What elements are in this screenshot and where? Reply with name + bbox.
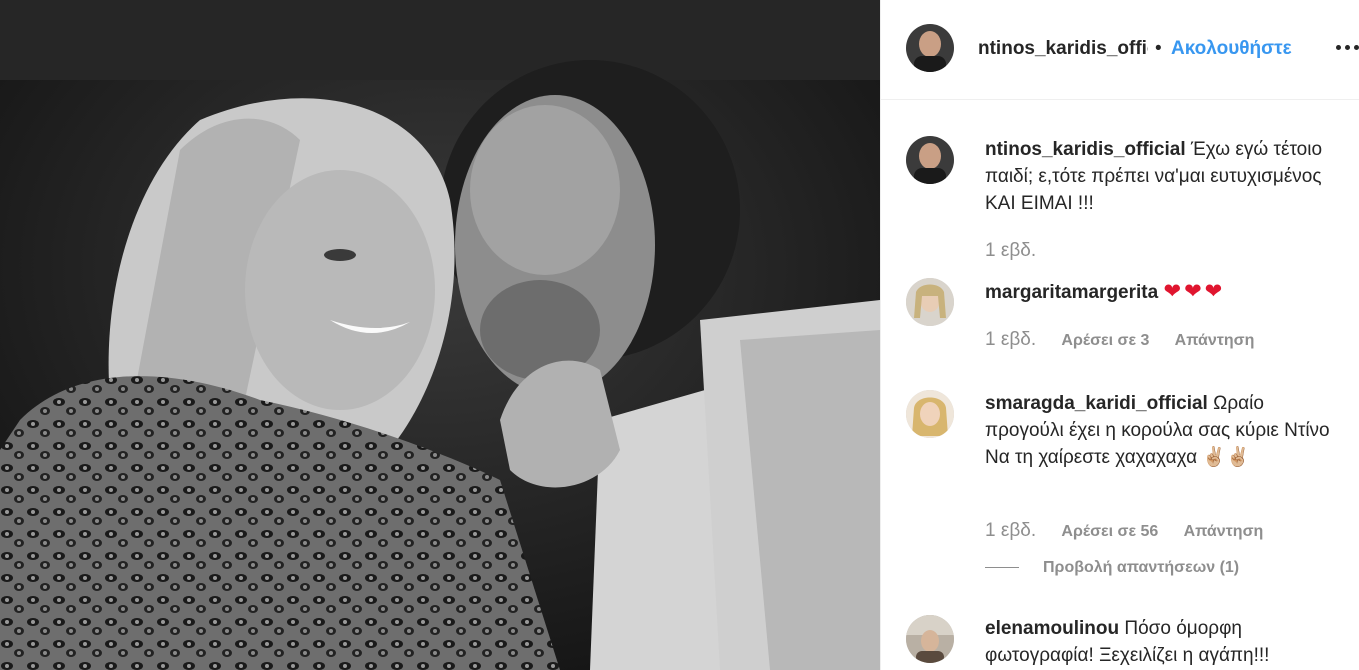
dot <box>1354 45 1359 50</box>
header-separator: • <box>1155 38 1162 59</box>
avatar-image <box>906 24 954 72</box>
post-image <box>0 0 880 670</box>
dot <box>1336 45 1341 50</box>
comment-likes[interactable]: Αρέσει σε 56 <box>1061 523 1158 540</box>
avatar-image <box>906 278 954 326</box>
comment-text-block: margaritamargerita ❤❤❤ <box>985 278 1345 306</box>
caption-time[interactable]: 1 εβδ. <box>985 240 1036 261</box>
reply-button[interactable]: Απάντηση <box>1175 332 1255 349</box>
follow-button[interactable]: Ακολουθήστε <box>1171 38 1292 60</box>
caption-text-block: ntinos_karidis_official Έχω εγώ τέτοιο π… <box>985 136 1345 217</box>
hearts-emoji: ❤❤❤ <box>1163 280 1226 303</box>
comment-time[interactable]: 1 εβδ. <box>985 520 1036 541</box>
comment-meta: 1 εβδ. Αρέσει σε 3 Απάντηση <box>985 329 1254 351</box>
comments-panel: ntinos_karidis_official • Ακολουθήστε nt… <box>880 0 1359 670</box>
author-username[interactable]: ntinos_karidis_official <box>978 38 1148 60</box>
caption-meta: 1 εβδ. <box>985 240 1036 262</box>
replies-divider <box>985 567 1019 569</box>
post-header: ntinos_karidis_official • Ακολουθήστε <box>881 0 1359 100</box>
comment-username[interactable]: margaritamargerita <box>985 282 1158 303</box>
reply-button[interactable]: Απάντηση <box>1184 523 1264 540</box>
commenter-avatar[interactable] <box>906 390 954 438</box>
comment-time[interactable]: 1 εβδ. <box>985 329 1036 350</box>
avatar-image <box>906 136 954 184</box>
caption-avatar[interactable] <box>906 136 954 184</box>
commenter-avatar[interactable] <box>906 278 954 326</box>
avatar-image <box>906 390 954 438</box>
comment-meta: 1 εβδ. Αρέσει σε 56 Απάντηση <box>985 520 1263 542</box>
commenter-avatar[interactable] <box>906 615 954 663</box>
more-options-icon[interactable] <box>1336 36 1359 60</box>
caption-username[interactable]: ntinos_karidis_official <box>985 139 1186 160</box>
author-avatar[interactable] <box>906 24 954 72</box>
comment-text-block: elenamoulinou Πόσο όμορφη φωτογραφία! Ξε… <box>985 615 1345 669</box>
comment-username[interactable]: smaragda_karidi_official <box>985 393 1208 414</box>
view-replies-label: Προβολή απαντήσεων (1) <box>1043 559 1240 576</box>
post-photo[interactable] <box>0 0 880 670</box>
dot <box>1345 45 1350 50</box>
avatar-image <box>906 615 954 663</box>
comment-username[interactable]: elenamoulinou <box>985 618 1119 639</box>
comment-likes[interactable]: Αρέσει σε 3 <box>1061 332 1149 349</box>
comment-text-block: smaragda_karidi_official Ωραίο προγούλι … <box>985 390 1345 471</box>
view-replies-button[interactable]: Προβολή απαντήσεων (1) <box>985 559 1239 577</box>
comment-text-line2: Να τη χαίρεστε χαχαχαχα ✌🏼✌🏼 <box>985 447 1250 468</box>
